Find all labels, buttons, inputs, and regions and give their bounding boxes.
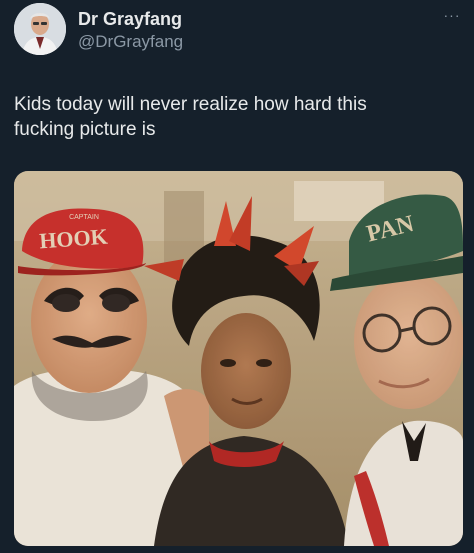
doctor-portrait-avatar-icon xyxy=(14,3,66,55)
more-options-icon[interactable]: ··· xyxy=(439,5,465,25)
author-handle[interactable]: @DrGrayfang xyxy=(78,31,183,52)
tweet-text: Kids today will never realize how hard t… xyxy=(14,94,367,140)
photo-image: HOOK CAPTAIN PAN xyxy=(14,171,463,546)
tweet-photo[interactable]: HOOK CAPTAIN PAN xyxy=(14,171,463,546)
author-avatar[interactable] xyxy=(14,3,66,55)
author-display-name[interactable]: Dr Grayfang xyxy=(78,8,182,30)
tweet-card: Dr Grayfang @DrGrayfang ··· Kids today w… xyxy=(0,0,474,553)
